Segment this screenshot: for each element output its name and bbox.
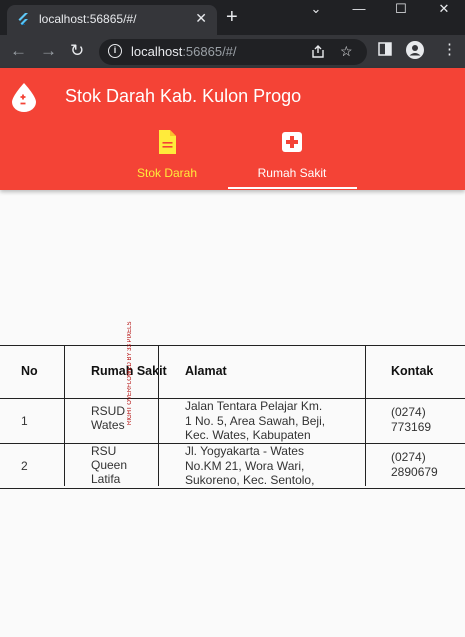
address-line: Sukoreno, Kec. Sentolo, <box>185 473 315 487</box>
name-line: RSU <box>91 444 117 458</box>
chevron-down-icon[interactable]: ⌄ <box>295 0 337 30</box>
browser-tab[interactable]: localhost:56865/#/ ✕ <box>7 5 217 35</box>
profile-avatar-icon[interactable] <box>406 41 424 59</box>
browser-titlebar: localhost:56865/#/ ✕ + ⌄ — ☐ ✕ <box>0 0 465 35</box>
menu-kebab-icon[interactable]: ⋮ <box>442 40 457 58</box>
name-line: Latifa <box>91 472 121 486</box>
table-header-row: No Rumah Sakit Alamat Kontak <box>0 346 465 399</box>
close-window-button[interactable]: ✕ <box>423 0 465 30</box>
row-name: RSU Queen Latifa <box>91 444 127 488</box>
name-line: Wates <box>91 418 125 432</box>
header-contact: Kontak <box>391 364 434 378</box>
tab-stok-darah[interactable]: Stok Darah <box>102 128 232 188</box>
reload-icon[interactable]: ↻ <box>70 41 84 61</box>
address-line: No.KM 21, Wora Wari, <box>185 458 305 473</box>
column-divider <box>158 345 159 486</box>
contact-line: 773169 <box>391 420 432 434</box>
url-path: :56865/#/ <box>182 44 237 59</box>
flutter-icon <box>18 13 28 25</box>
maximize-button[interactable]: ☐ <box>380 0 422 30</box>
table-row[interactable]: 2 RSU Queen Latifa Jl. Yogyakarta - Wate… <box>0 444 465 489</box>
header-no: No <box>21 364 38 378</box>
address-line: Jalan Tentara Pelajar Km. <box>185 399 323 413</box>
column-divider <box>365 345 366 486</box>
table-row[interactable]: 1 RSUD Wates Jalan Tentara Pelajar Km. 1… <box>0 399 465 444</box>
url-text: localhost:56865/#/ <box>131 44 237 59</box>
contact-line: (0274) <box>391 450 426 464</box>
close-tab-icon[interactable]: ✕ <box>195 10 207 26</box>
side-panel-icon[interactable] <box>378 42 392 56</box>
row-contact: (0274) 2890679 <box>391 450 438 488</box>
info-icon[interactable]: i <box>108 44 122 58</box>
name-line: Queen <box>91 458 128 472</box>
tab-title: localhost:56865/#/ <box>39 12 137 26</box>
row-address: Jl. Yogyakarta - Wates No.KM 21, Wora Wa… <box>185 444 360 488</box>
tab-indicator <box>228 187 357 189</box>
url-host: localhost <box>131 44 183 59</box>
share-icon[interactable] <box>311 45 325 59</box>
row-no: 2 <box>21 459 28 473</box>
document-icon <box>159 130 176 154</box>
overflow-warning-text: RIGHT OVERFLOWED BY 33 PIXELS <box>127 321 133 425</box>
row-contact: (0274) 773169 <box>391 405 431 443</box>
new-tab-button[interactable]: + <box>226 6 238 28</box>
column-divider <box>64 345 65 486</box>
address-line: Kec. Wates, Kabupaten <box>185 428 311 442</box>
app-bar: Stok Darah Kab. Kulon Progo Stok Darah R… <box>0 68 465 190</box>
minimize-button[interactable]: — <box>338 0 380 30</box>
tab-rumah-sakit[interactable]: Rumah Sakit <box>227 128 357 188</box>
row-name: RSUD Wates <box>91 404 125 443</box>
blood-drop-icon <box>12 83 36 112</box>
contact-line: (0274) <box>391 405 426 419</box>
hospital-table: No Rumah Sakit Alamat Kontak 1 RSUD Wate… <box>0 345 465 489</box>
address-line: 1 No. 5, Area Sawah, Beji, <box>185 413 326 428</box>
address-line: Jl. Yogyakarta - Wates <box>185 444 304 458</box>
tab-label: Rumah Sakit <box>257 166 327 180</box>
contact-line: 2890679 <box>391 465 438 479</box>
overflow-warning: RIGHT OVERFLOWED BY 33 PIXELS <box>127 315 137 425</box>
back-icon[interactable]: ← <box>10 41 27 61</box>
app-title: Stok Darah Kab. Kulon Progo <box>65 86 302 106</box>
browser-toolbar: ← → ↻ i localhost:56865/#/ ☆ ⋮ <box>0 35 465 68</box>
row-address: Jalan Tentara Pelajar Km. 1 No. 5, Area … <box>185 399 360 443</box>
address-bar[interactable]: i localhost:56865/#/ ☆ <box>99 39 367 65</box>
name-line: RSUD <box>91 404 126 418</box>
header-address: Alamat <box>185 364 227 378</box>
forward-icon[interactable]: → <box>40 41 57 61</box>
row-no: 1 <box>21 414 28 428</box>
hospital-plus-icon <box>282 132 302 152</box>
tab-label: Stok Darah <box>136 166 198 180</box>
bookmark-star-icon[interactable]: ☆ <box>340 43 353 60</box>
